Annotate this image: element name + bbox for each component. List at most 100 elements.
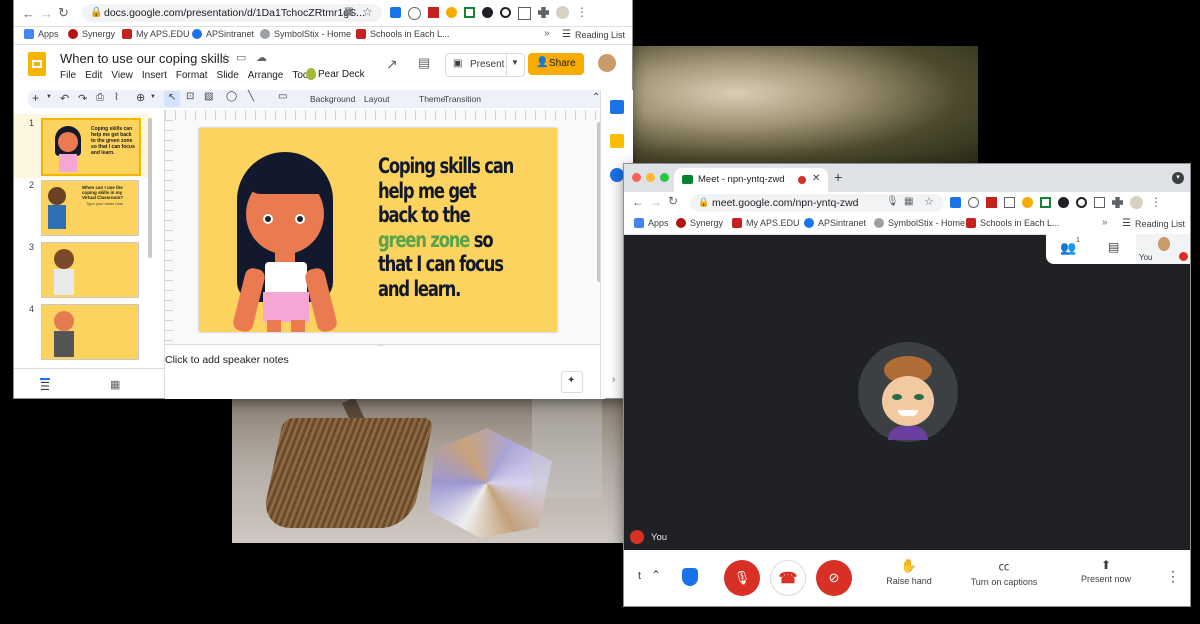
tp-icon[interactable] xyxy=(986,197,997,208)
close-tab-icon[interactable]: ✕ xyxy=(812,173,820,184)
bookmark-myaps[interactable]: My APS.EDU xyxy=(122,29,190,39)
back-icon[interactable]: ← xyxy=(632,195,644,209)
self-tile[interactable]: You xyxy=(1136,234,1190,264)
star-icon[interactable]: ☆ xyxy=(924,195,934,208)
mic-toggle-button[interactable]: 🎙 xyxy=(724,560,760,596)
chevron-more-icon[interactable]: » xyxy=(1102,217,1108,228)
present-now-button[interactable]: ⬆ Present now xyxy=(1070,558,1142,584)
meeting-details-button[interactable]: t xyxy=(638,570,641,582)
chevron-up-icon[interactable]: ⌃ xyxy=(651,568,661,582)
slide-thumbnail-4[interactable] xyxy=(41,304,139,360)
filmstrip-scrollbar[interactable] xyxy=(148,118,152,258)
shield-ext-icon[interactable] xyxy=(1058,197,1069,208)
slide-1[interactable]: Coping skills can help me get back to th… xyxy=(199,128,557,332)
menu-insert[interactable]: Insert xyxy=(142,70,167,81)
bookmark-schools[interactable]: Schools in Each L... xyxy=(356,29,450,39)
theme-button[interactable]: Theme xyxy=(419,94,445,104)
speaker-notes-placeholder[interactable]: Click to add speaker notes xyxy=(165,354,289,366)
slide-thumbnail-3[interactable] xyxy=(41,242,139,298)
filmstrip-list-view-icon[interactable]: ☰ xyxy=(40,378,50,393)
menu-view[interactable]: View xyxy=(111,70,133,81)
bookmark-apps[interactable]: Apps xyxy=(24,29,59,39)
present-dropdown-icon[interactable]: ▼ xyxy=(511,58,519,67)
qr-icon[interactable]: ▦ xyxy=(904,196,913,207)
image-icon[interactable]: ▨ xyxy=(204,91,213,102)
zoom-icon[interactable]: ⊕ xyxy=(136,91,145,104)
thumb-icon[interactable] xyxy=(446,7,457,18)
transition-button[interactable]: Transition xyxy=(444,94,481,104)
slide-thumbnail-1[interactable]: Coping skills can help me get back to th… xyxy=(41,118,141,176)
bookmark-synergy[interactable]: Synergy xyxy=(676,218,723,228)
kebab-menu-icon[interactable]: ⋮ xyxy=(576,6,588,20)
window-icon[interactable] xyxy=(1094,197,1105,208)
layout-button[interactable]: Layout xyxy=(364,94,390,104)
camera-toggle-button[interactable]: ⊘ xyxy=(816,560,852,596)
puzzle-icon[interactable] xyxy=(1112,197,1123,208)
bookmark-apsintranet[interactable]: APSintranet xyxy=(192,29,254,39)
explore-button[interactable]: ✦ xyxy=(561,371,583,393)
chevron-more-icon[interactable]: » xyxy=(544,28,550,39)
user-avatar[interactable] xyxy=(598,54,616,72)
leave-call-button[interactable]: ☎ xyxy=(770,560,806,596)
reload-icon[interactable]: ↻ xyxy=(668,194,678,208)
print-icon[interactable]: ⎙ xyxy=(96,92,104,103)
reading-list[interactable]: ☰ Reading List xyxy=(562,29,625,40)
bookmark-apps[interactable]: Apps xyxy=(634,218,669,228)
thumb-icon[interactable] xyxy=(1022,197,1033,208)
chat-icon[interactable]: ▤ xyxy=(1108,240,1119,254)
new-tab-icon[interactable]: + xyxy=(834,169,842,185)
star-icon[interactable]: ☆ xyxy=(362,5,373,19)
menu-arrange[interactable]: Arrange xyxy=(248,70,284,81)
reading-list[interactable]: ☰ Reading List xyxy=(1122,218,1185,229)
bookmark-apsintranet[interactable]: APSintranet xyxy=(804,218,866,228)
back-icon[interactable]: ← xyxy=(22,6,35,21)
menu-slide[interactable]: Slide xyxy=(217,70,239,81)
share-button[interactable]: 👤 Share xyxy=(528,53,584,75)
shape-icon[interactable]: ◯ xyxy=(226,91,237,102)
line-icon[interactable]: ╲ xyxy=(248,91,254,102)
menu-format[interactable]: Format xyxy=(176,70,208,81)
slides-url-bar[interactable]: 🔒 docs.google.com/presentation/d/1Da1Tch… xyxy=(82,4,382,22)
minimize-window-icon[interactable] xyxy=(646,173,655,182)
undo-icon[interactable]: ↶ xyxy=(60,92,69,105)
new-slide-button[interactable]: + xyxy=(32,91,39,105)
timer-icon[interactable] xyxy=(968,197,979,208)
captions-button[interactable]: ㏄ Turn on captions xyxy=(964,558,1044,587)
activity-trend-icon[interactable]: ↗ xyxy=(386,56,398,73)
reload-icon[interactable]: ↻ xyxy=(58,5,69,21)
people-icon[interactable]: 👥 xyxy=(1060,240,1076,256)
target-icon[interactable] xyxy=(500,7,511,18)
redo-icon[interactable]: ↷ xyxy=(78,92,87,105)
host-controls-shield-icon[interactable] xyxy=(682,568,698,586)
qr-icon[interactable]: ▦ xyxy=(344,6,353,17)
check-icon[interactable] xyxy=(464,7,475,18)
comment-add-icon[interactable]: ▭ xyxy=(278,91,287,102)
extension-icon[interactable] xyxy=(950,197,961,208)
puzzle-icon[interactable] xyxy=(538,7,549,18)
present-button[interactable]: ▣ Present ▼ xyxy=(445,53,525,77)
menu-file[interactable]: File xyxy=(60,70,76,81)
paint-format-icon[interactable]: ⌇ xyxy=(114,92,119,103)
tp-icon[interactable] xyxy=(428,7,439,18)
window-icon[interactable] xyxy=(518,7,531,20)
extension-icon[interactable] xyxy=(390,7,401,18)
comment-icon[interactable]: ▤ xyxy=(418,55,430,71)
textbox-icon[interactable]: ⊡ xyxy=(186,91,194,102)
side-panel-expand-icon[interactable]: › xyxy=(612,374,615,385)
forward-icon[interactable]: → xyxy=(40,6,53,21)
meet-url-bar[interactable]: 🔒 meet.google.com/npn-yntq-zwd 🎙 ▦ ☆ xyxy=(690,194,944,212)
bookmark-schools[interactable]: Schools in Each L... xyxy=(966,218,1060,228)
close-window-icon[interactable] xyxy=(632,173,641,182)
tasks-icon[interactable] xyxy=(610,168,624,182)
background-button[interactable]: Background xyxy=(310,94,355,104)
tab-search-icon[interactable]: ▾ xyxy=(1172,172,1184,184)
shield-ext-icon[interactable] xyxy=(482,7,493,18)
meet-tab[interactable]: Meet - npn-yntq-zwd ✕ xyxy=(674,168,828,192)
maximize-window-icon[interactable] xyxy=(660,173,669,182)
star-doc-icon[interactable]: ☆ xyxy=(220,51,231,65)
slide-thumbnail-2[interactable]: When can I use the coping skills in my V… xyxy=(41,180,139,236)
calendar-icon[interactable] xyxy=(610,100,624,114)
doc-icon[interactable] xyxy=(1004,197,1015,208)
document-title[interactable]: When to use our coping skills xyxy=(60,51,229,66)
bookmark-myaps[interactable]: My APS.EDU xyxy=(732,218,800,228)
